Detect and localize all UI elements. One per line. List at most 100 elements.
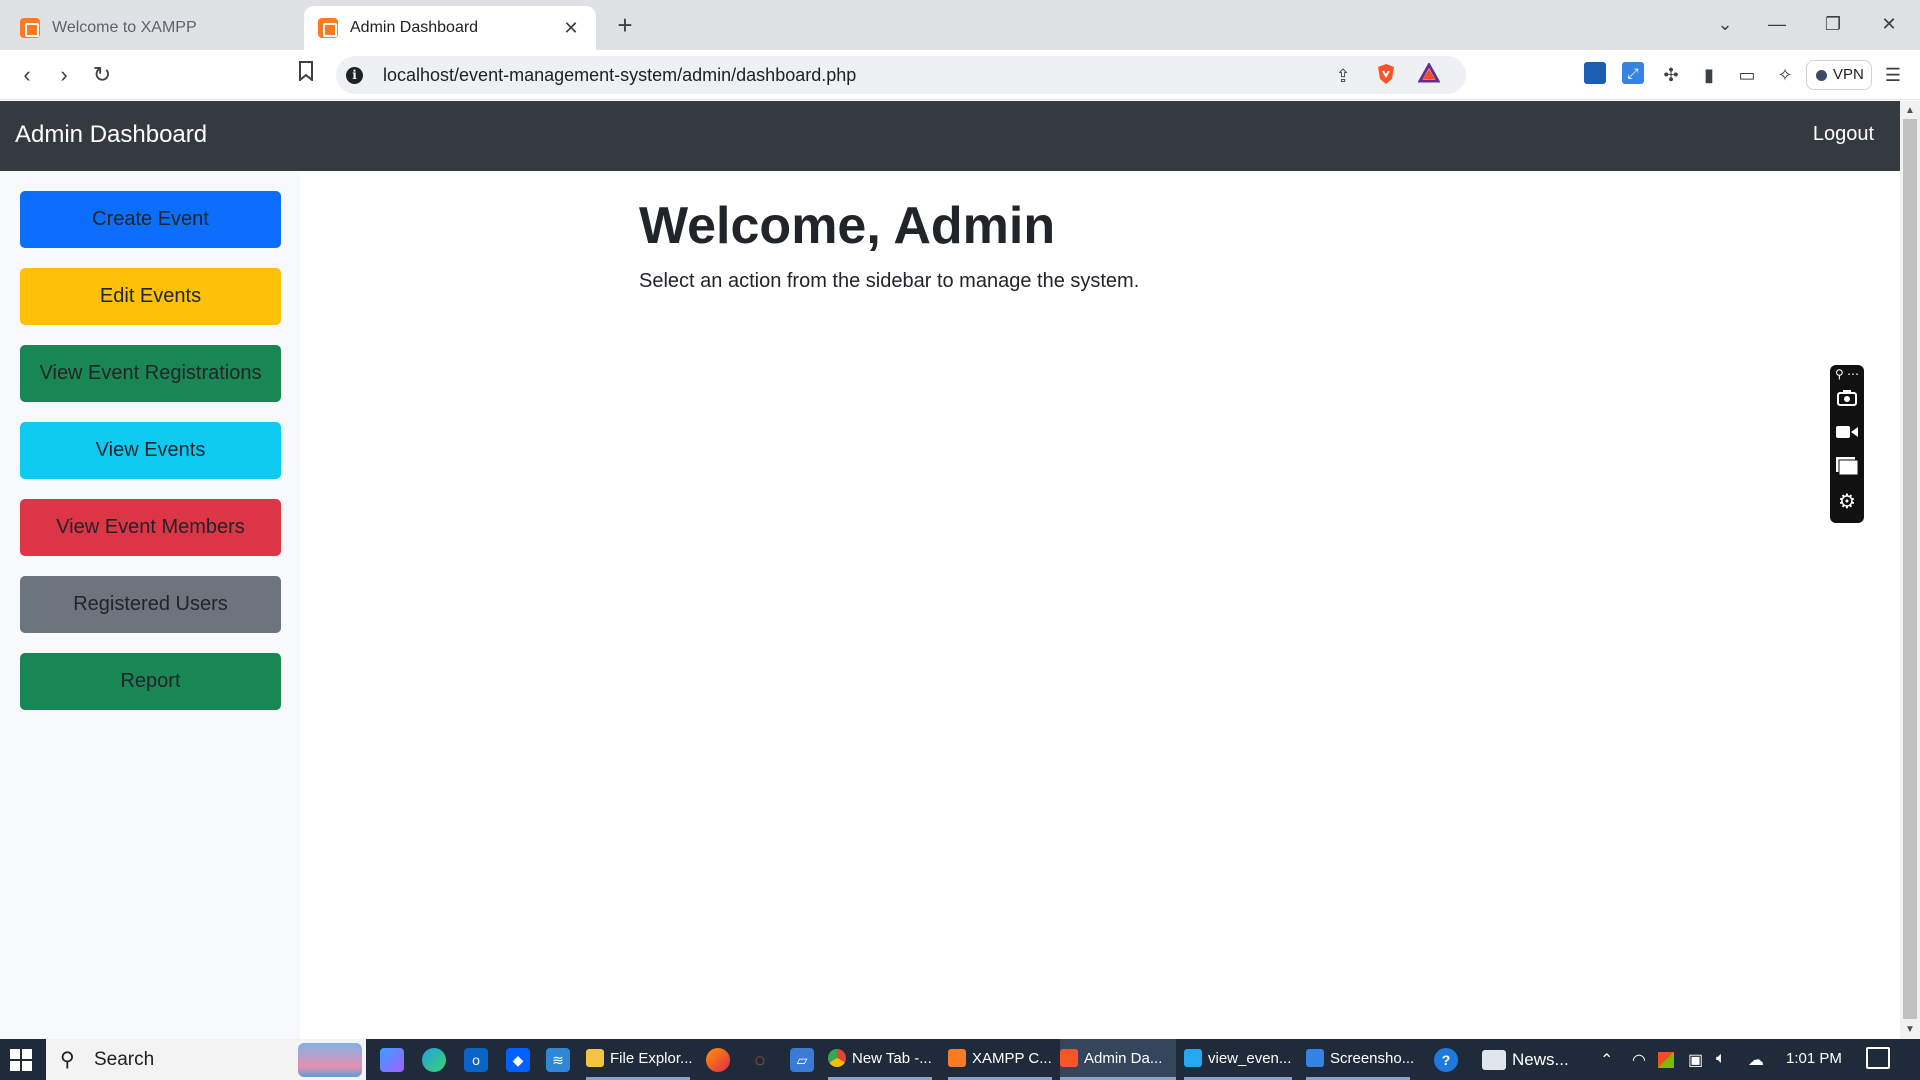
xampp-icon — [318, 18, 338, 38]
tab-label: Welcome to XAMPP — [52, 19, 197, 36]
scroll-up-arrow-icon[interactable]: ▲ — [1905, 105, 1915, 116]
scroll-down-arrow-icon[interactable]: ▼ — [1905, 1024, 1915, 1035]
vpn-label: VPN — [1833, 66, 1864, 83]
browser-toolbar: ‹ › ↻ i localhost/event-management-syste… — [0, 50, 1920, 100]
page-title: Welcome, Admin — [639, 197, 1056, 255]
brave-shield-icon[interactable] — [1373, 63, 1399, 89]
scrollbar-thumb[interactable] — [1903, 119, 1917, 1019]
taskbar-app-label: Admin Da... — [1084, 1049, 1163, 1067]
create-event-button[interactable]: Create Event — [20, 191, 281, 248]
news-icon — [1482, 1049, 1506, 1070]
ms-office-tray-icon[interactable] — [1658, 1052, 1674, 1068]
capture-options-icon[interactable]: ⚲ ⋯ — [1830, 367, 1864, 381]
view-events-button[interactable]: View Events — [20, 422, 281, 479]
vscode-icon — [1184, 1049, 1202, 1067]
taskbar-app-screenshot[interactable]: Screensho... — [1306, 1039, 1414, 1080]
settings-gear-icon[interactable]: ⚙ — [1830, 489, 1864, 514]
taskbar-app-chrome[interactable]: New Tab -... — [828, 1039, 932, 1080]
xampp-icon — [948, 1049, 966, 1067]
taskbar-app-label: XAMPP C... — [972, 1049, 1052, 1067]
sidebar-toggle-icon[interactable]: ▮ — [1696, 62, 1722, 88]
navbar-brand[interactable]: Admin Dashboard — [15, 121, 207, 149]
taskbar-app-label: File Explor... — [610, 1049, 693, 1067]
window-close-icon[interactable]: ✕ — [1866, 6, 1912, 42]
dropbox-icon[interactable]: ◆ — [506, 1048, 530, 1072]
taskbar-app-news[interactable]: News... — [1482, 1039, 1578, 1080]
firefox-icon[interactable] — [706, 1048, 730, 1072]
tab-admin-dashboard[interactable]: Admin Dashboard ✕ — [304, 6, 596, 50]
tab-welcome-to-xampp[interactable]: Welcome to XAMPP — [6, 6, 296, 50]
tab-label: Admin Dashboard — [350, 19, 479, 36]
view-event-registrations-button[interactable]: View Event Registrations — [20, 345, 281, 402]
logout-link[interactable]: Logout — [1813, 123, 1874, 146]
wallet-icon[interactable]: ▭ — [1734, 62, 1760, 88]
window-capture-icon[interactable] — [1830, 457, 1864, 481]
mysql-workbench-icon[interactable]: ≋ — [546, 1048, 570, 1072]
new-tab-button[interactable]: + — [610, 8, 640, 42]
chrome-icon — [828, 1049, 846, 1067]
page-navbar: Admin Dashboard Logout — [0, 101, 1900, 171]
main-content: Welcome, Admin Select an action from the… — [300, 171, 1900, 1039]
screenshot-tool-icon — [1306, 1049, 1324, 1067]
help-icon[interactable]: ? — [1434, 1048, 1458, 1072]
remote-desktop-icon[interactable]: ▱ — [790, 1048, 814, 1072]
edit-events-button[interactable]: Edit Events — [20, 268, 281, 325]
address-bar[interactable]: i localhost/event-management-system/admi… — [336, 56, 1466, 94]
xampp-icon — [20, 18, 40, 38]
report-button[interactable]: Report — [20, 653, 281, 710]
volume-icon[interactable]: 🔈︎ — [1716, 1050, 1726, 1068]
tab-search-chevron-icon[interactable]: ⌄ — [1702, 6, 1748, 42]
extension-screenshot-icon[interactable]: ⤢ — [1622, 62, 1644, 84]
share-icon[interactable]: ⇪ — [1330, 63, 1356, 89]
leo-ai-icon[interactable]: ✧ — [1772, 62, 1798, 88]
back-icon[interactable]: ‹ — [11, 59, 43, 91]
taskbar-app-file-explorer[interactable]: File Explor... — [586, 1039, 693, 1080]
vpn-status-dot — [1816, 70, 1827, 81]
camera-icon[interactable] — [1830, 389, 1864, 412]
registered-users-button[interactable]: Registered Users — [20, 576, 281, 633]
windows-taskbar: ⚲ Search o ◆ ≋ File Explor... ◌ ▱ New Ta… — [0, 1039, 1920, 1080]
restore-icon[interactable]: ❐ — [1810, 6, 1856, 42]
wifi-icon[interactable]: ◠ — [1632, 1050, 1646, 1070]
minimize-icon[interactable]: — — [1754, 6, 1800, 42]
notification-center-icon[interactable] — [1866, 1047, 1890, 1069]
tray-chevron-up-icon[interactable]: ⌃ — [1600, 1050, 1613, 1070]
sidebar: Create Event Edit Events View Event Regi… — [0, 171, 300, 1039]
onedrive-cloud-icon[interactable]: ☁ — [1748, 1050, 1764, 1070]
taskbar-app-brave-admin[interactable]: Admin Da... — [1060, 1039, 1176, 1080]
extension-reader-icon[interactable] — [1584, 62, 1606, 84]
page-scrollbar[interactable]: ▲ ▼ — [1900, 101, 1920, 1039]
browser-tab-strip: Welcome to XAMPP Admin Dashboard ✕ + ⌄ —… — [0, 0, 1920, 50]
vpn-button[interactable]: VPN — [1806, 60, 1872, 90]
site-info-icon[interactable]: i — [346, 67, 363, 84]
tab-close-icon[interactable]: ✕ — [560, 18, 582, 39]
brave-icon — [1060, 1049, 1078, 1067]
folder-icon — [586, 1049, 604, 1067]
bookmark-icon[interactable] — [290, 59, 322, 91]
search-icon: ⚲ — [60, 1049, 75, 1071]
view-event-members-button[interactable]: View Event Members — [20, 499, 281, 556]
taskbar-app-vscode[interactable]: view_even... — [1184, 1039, 1292, 1080]
jupyter-icon[interactable]: ◌ — [748, 1048, 772, 1072]
forward-icon[interactable]: › — [48, 59, 80, 91]
outlook-icon[interactable]: o — [464, 1048, 488, 1072]
edge-icon[interactable] — [422, 1048, 446, 1072]
taskbar-app-xampp[interactable]: XAMPP C... — [948, 1039, 1052, 1080]
taskbar-app-label: News... — [1512, 1049, 1569, 1069]
url-text[interactable]: localhost/event-management-system/admin/… — [383, 65, 856, 86]
extensions-puzzle-icon[interactable]: ✣ — [1658, 62, 1684, 88]
taskbar-search[interactable]: ⚲ Search — [46, 1039, 366, 1080]
taskbar-clock[interactable]: 1:01 PM — [1786, 1050, 1842, 1067]
reload-icon[interactable]: ↻ — [86, 59, 118, 91]
menu-hamburger-icon[interactable]: ☰ — [1880, 62, 1906, 88]
video-camera-icon[interactable] — [1830, 423, 1864, 446]
copilot-icon[interactable] — [380, 1048, 404, 1072]
taskbar-app-label: view_even... — [1208, 1049, 1292, 1067]
meet-now-icon[interactable]: ▣ — [1688, 1050, 1703, 1070]
taskbar-app-label: Screensho... — [1330, 1049, 1415, 1067]
windows-start-icon[interactable] — [10, 1049, 32, 1071]
brave-rewards-icon[interactable] — [1416, 61, 1442, 89]
search-highlight-image — [298, 1043, 362, 1077]
taskbar-app-label: New Tab -... — [852, 1049, 932, 1067]
page-subtitle: Select an action from the sidebar to man… — [639, 270, 1140, 292]
